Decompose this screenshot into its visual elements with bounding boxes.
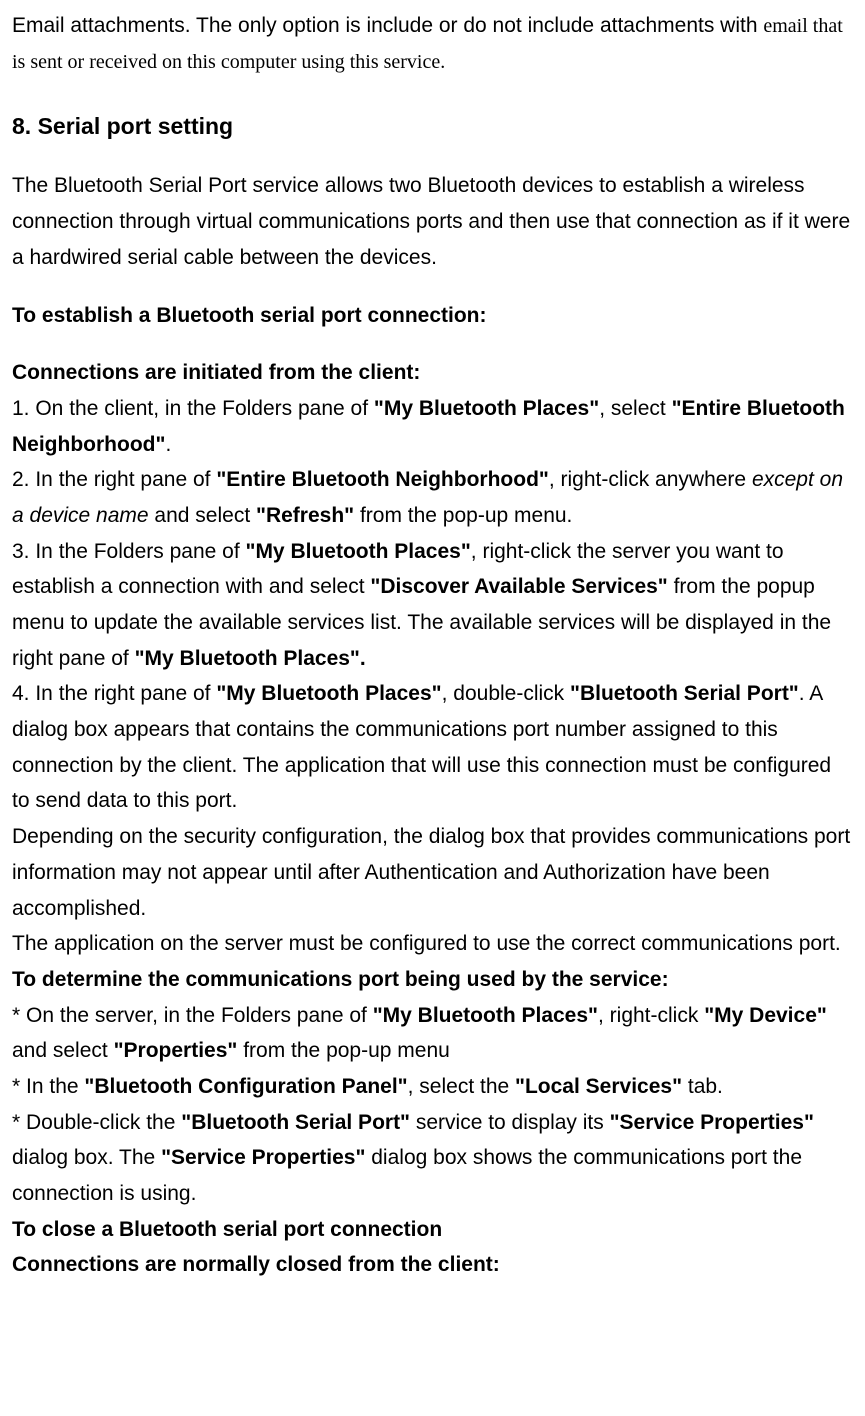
step-2: 2. In the right pane of "Entire Bluetoot… bbox=[12, 462, 853, 533]
establish-heading: To establish a Bluetooth serial port con… bbox=[12, 298, 853, 334]
bullet-3: * Double-click the "Bluetooth Serial Por… bbox=[12, 1105, 853, 1212]
step3-b: "My Bluetooth Places" bbox=[245, 540, 470, 563]
bullet3-d: "Service Properties" bbox=[610, 1111, 814, 1134]
bullet2-a: * In the bbox=[12, 1075, 84, 1098]
server-app-note: The application on the server must be co… bbox=[12, 926, 853, 962]
step-4: 4. In the right pane of "My Bluetooth Pl… bbox=[12, 676, 853, 819]
bullet1-c: , right-click bbox=[598, 1004, 704, 1027]
bullet1-g: from the pop-up menu bbox=[237, 1039, 449, 1062]
step2-g: from the pop-up menu. bbox=[354, 504, 572, 527]
step2-e: and select bbox=[149, 504, 256, 527]
step4-d: "Bluetooth Serial Port" bbox=[570, 682, 799, 705]
section-description: The Bluetooth Serial Port service allows… bbox=[12, 168, 853, 275]
bullet2-d: "Local Services" bbox=[515, 1075, 682, 1098]
bullet3-b: "Bluetooth Serial Port" bbox=[181, 1111, 410, 1134]
section-heading: 8. Serial port setting bbox=[12, 107, 853, 146]
step1-c: , select bbox=[599, 397, 671, 420]
step3-d: "Discover Available Services" bbox=[370, 575, 667, 598]
step4-b: "My Bluetooth Places" bbox=[216, 682, 441, 705]
connection-block: Connections are initiated from the clien… bbox=[12, 355, 853, 1283]
step2-b: "Entire Bluetooth Neighborhood" bbox=[216, 468, 549, 491]
step1-a: 1. On the client, in the Folders pane of bbox=[12, 397, 374, 420]
depending-note: Depending on the security configuration,… bbox=[12, 819, 853, 926]
close-heading: To close a Bluetooth serial port connect… bbox=[12, 1212, 853, 1248]
bullet2-e: tab. bbox=[682, 1075, 723, 1098]
bullet-2: * In the "Bluetooth Configuration Panel"… bbox=[12, 1069, 853, 1105]
step3-f: "My Bluetooth Places". bbox=[135, 647, 366, 670]
step1-b: "My Bluetooth Places" bbox=[374, 397, 599, 420]
intro-paragraph: Email attachments. The only option is in… bbox=[12, 8, 853, 79]
bullet1-e: and select bbox=[12, 1039, 114, 1062]
bullet3-c: service to display its bbox=[410, 1111, 610, 1134]
step4-c: , double-click bbox=[442, 682, 570, 705]
step3-a: 3. In the Folders pane of bbox=[12, 540, 245, 563]
bullet2-c: , select the bbox=[408, 1075, 515, 1098]
bullet3-f: "Service Properties" bbox=[161, 1146, 365, 1169]
bullet3-e: dialog box. The bbox=[12, 1146, 161, 1169]
step4-a: 4. In the right pane of bbox=[12, 682, 216, 705]
bullet1-a: * On the server, in the Folders pane of bbox=[12, 1004, 373, 1027]
step-1: 1. On the client, in the Folders pane of… bbox=[12, 391, 853, 462]
step-3: 3. In the Folders pane of "My Bluetooth … bbox=[12, 534, 853, 677]
bullet1-b: "My Bluetooth Places" bbox=[373, 1004, 598, 1027]
step1-e: . bbox=[165, 433, 171, 456]
bullet1-f: "Properties" bbox=[114, 1039, 238, 1062]
step2-c: , right-click anywhere bbox=[549, 468, 752, 491]
bullet-1: * On the server, in the Folders pane of … bbox=[12, 998, 853, 1069]
bullet3-a: * Double-click the bbox=[12, 1111, 181, 1134]
intro-text-a: Email attachments. The only option is in… bbox=[12, 14, 763, 37]
bullet2-b: "Bluetooth Configuration Panel" bbox=[84, 1075, 407, 1098]
step2-f: "Refresh" bbox=[256, 504, 354, 527]
close-subheading: Connections are normally closed from the… bbox=[12, 1247, 853, 1283]
bullet1-d: "My Device" bbox=[704, 1004, 827, 1027]
step2-a: 2. In the right pane of bbox=[12, 468, 216, 491]
determine-heading: To determine the communications port bei… bbox=[12, 962, 853, 998]
connections-heading: Connections are initiated from the clien… bbox=[12, 355, 853, 391]
